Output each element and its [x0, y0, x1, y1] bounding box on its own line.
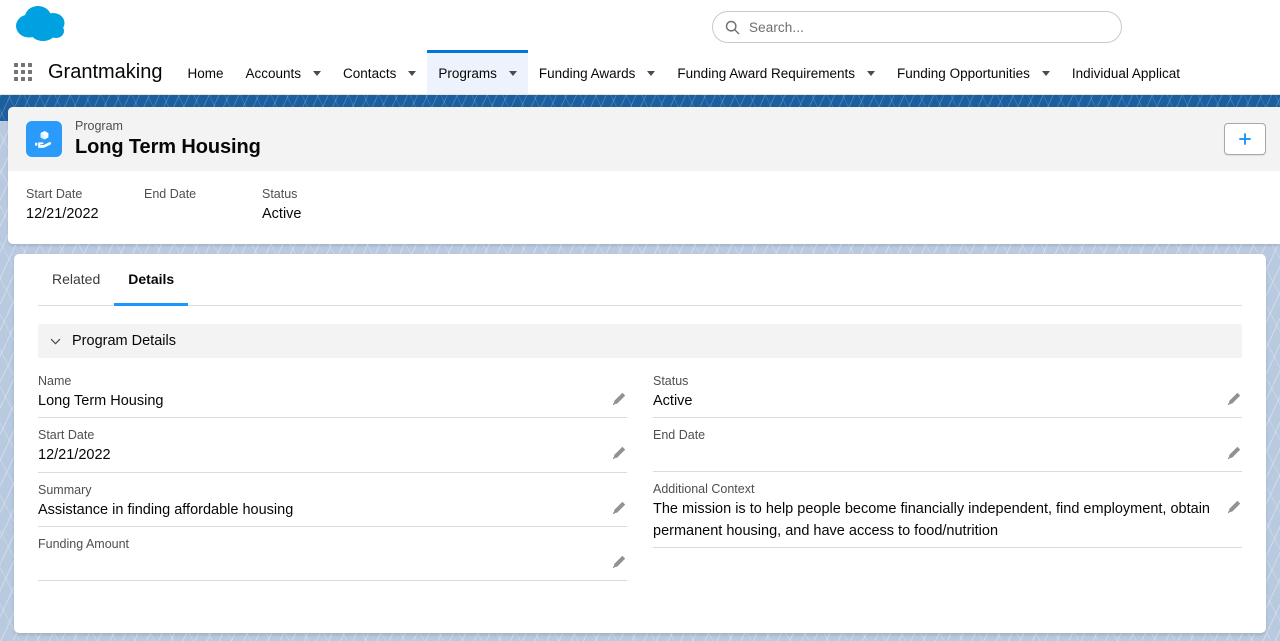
highlight-value: 12/21/2022 — [26, 205, 99, 222]
field-value: The mission is to help people become fin… — [653, 501, 1210, 539]
chevron-down-icon[interactable] — [408, 71, 417, 76]
field-value: Long Term Housing — [38, 393, 164, 409]
field-content: Start Date 12/21/2022 — [38, 425, 611, 466]
field-content: Status Active — [653, 371, 1226, 412]
edit-pencil-icon[interactable] — [1226, 391, 1242, 407]
nav-item-funding-awards[interactable]: Funding Awards — [528, 50, 667, 94]
nav-item-label: Funding Award Requirements — [677, 66, 856, 81]
field-content: Additional Context The mission is to hel… — [653, 479, 1226, 542]
global-search[interactable]: Search... — [712, 11, 1122, 43]
global-header: Search... Grantmaking Home Accounts Cont… — [0, 0, 1280, 95]
highlight-value: Active — [262, 205, 302, 222]
nav-item-list: Home Accounts Contacts Programs Funding … — [177, 50, 1280, 94]
field-value — [653, 445, 1218, 466]
chevron-down-icon[interactable] — [508, 71, 517, 76]
field-row-additional-context: Additional Context The mission is to hel… — [653, 472, 1242, 549]
highlight-field-start-date: Start Date 12/21/2022 — [26, 185, 144, 226]
field-row-funding-amount: Funding Amount — [38, 527, 627, 582]
chevron-down-icon[interactable] — [313, 71, 322, 76]
edit-pencil-icon[interactable] — [1226, 445, 1242, 461]
plus-icon — [1239, 133, 1251, 145]
record-highlight-fields: Start Date 12/21/2022 End Date Status Ac… — [8, 171, 1280, 244]
field-row-name: Name Long Term Housing — [38, 364, 627, 419]
field-label: Status — [653, 374, 689, 388]
edit-pencil-icon[interactable] — [611, 445, 627, 461]
tab-label: Related — [52, 271, 101, 287]
field-value — [38, 554, 603, 575]
nav-item-label: Contacts — [343, 66, 397, 81]
chevron-down-icon[interactable] — [867, 71, 876, 76]
field-content: End Date — [653, 425, 1226, 466]
nav-item-programs[interactable]: Programs — [427, 50, 528, 94]
edit-pencil-icon[interactable] — [611, 500, 627, 516]
field-label: End Date — [653, 428, 706, 443]
highlight-value — [144, 204, 262, 225]
highlight-field-status: Status Active — [262, 185, 380, 226]
app-launcher-grid-icon — [14, 63, 32, 81]
record-details-card: Related Details Program Details Name Lon… — [14, 254, 1266, 633]
tab-details[interactable]: Details — [114, 255, 189, 306]
nav-item-label: Accounts — [245, 66, 302, 81]
field-label: Name — [38, 374, 72, 388]
field-value: 12/21/2022 — [38, 447, 111, 464]
field-row-summary: Summary Assistance in finding affordable… — [38, 473, 627, 528]
nav-item-label: Programs — [438, 66, 497, 81]
nav-item-label: Funding Awards — [538, 66, 636, 81]
field-label: Funding Amount — [38, 537, 130, 552]
field-row-status: Status Active — [653, 364, 1242, 419]
new-record-button[interactable] — [1224, 123, 1266, 155]
highlight-label: Status — [262, 187, 298, 201]
nav-item-label: Funding Opportunities — [897, 66, 1030, 81]
nav-item-funding-award-requirements[interactable]: Funding Award Requirements — [666, 50, 886, 94]
app-launcher-button[interactable] — [0, 50, 46, 94]
search-icon — [725, 20, 740, 34]
highlight-field-end-date: End Date — [144, 185, 262, 226]
record-tab-bar: Related Details — [38, 254, 1242, 306]
edit-pencil-icon[interactable] — [611, 391, 627, 407]
section-header-program-details[interactable]: Program Details — [38, 324, 1242, 358]
record-highlights-panel: Program Long Term Housing Start Date 12/… — [8, 107, 1280, 244]
chevron-down-icon[interactable] — [1041, 71, 1050, 76]
record-action-buttons — [1224, 123, 1266, 155]
section-title: Program Details — [72, 333, 176, 349]
chevron-down-icon[interactable] — [647, 71, 656, 76]
record-header: Program Long Term Housing — [8, 107, 1280, 171]
nav-item-label: Individual Applicat — [1071, 66, 1180, 81]
app-name-label[interactable]: Grantmaking — [46, 50, 177, 94]
nav-item-home[interactable]: Home — [177, 50, 235, 94]
page-title: Long Term Housing — [75, 135, 261, 158]
search-input[interactable]: Search... — [712, 11, 1122, 43]
field-value: Active — [653, 393, 693, 409]
field-content: Name Long Term Housing — [38, 371, 611, 412]
nav-item-funding-opportunities[interactable]: Funding Opportunities — [886, 50, 1061, 94]
nav-item-contacts[interactable]: Contacts — [332, 50, 427, 94]
highlight-label: End Date — [144, 187, 197, 201]
field-label: Summary — [38, 482, 92, 497]
program-box-in-hand-icon — [26, 121, 62, 157]
details-left-column: Name Long Term Housing Start Date 12/21/… — [38, 364, 627, 582]
field-label: Additional Context — [653, 482, 755, 497]
nav-item-individual-applications[interactable]: Individual Applicat — [1061, 50, 1191, 94]
record-object-type: Program — [75, 119, 123, 134]
tab-label: Details — [128, 271, 175, 287]
details-right-column: Status Active End Date Additional Contex… — [653, 364, 1242, 581]
edit-pencil-icon[interactable] — [1226, 499, 1242, 515]
field-row-end-date: End Date — [653, 418, 1242, 473]
details-fields-grid: Name Long Term Housing Start Date 12/21/… — [38, 358, 1242, 582]
field-label: Start Date — [38, 428, 95, 443]
record-title-block: Program Long Term Housing — [75, 118, 261, 159]
edit-pencil-icon[interactable] — [611, 554, 627, 570]
salesforce-cloud-logo[interactable] — [12, 4, 74, 48]
field-row-start-date: Start Date 12/21/2022 — [38, 418, 627, 473]
tab-related[interactable]: Related — [38, 255, 114, 306]
field-content: Funding Amount — [38, 534, 611, 575]
app-navigation-bar: Grantmaking Home Accounts Contacts Progr… — [0, 50, 1280, 95]
nav-item-accounts[interactable]: Accounts — [235, 50, 333, 94]
highlight-label: Start Date — [26, 187, 83, 201]
search-placeholder: Search... — [749, 19, 804, 35]
field-content: Summary Assistance in finding affordable… — [38, 480, 611, 521]
nav-item-label: Home — [187, 66, 224, 81]
chevron-down-icon — [50, 338, 61, 344]
field-value: Assistance in finding affordable housing — [38, 501, 294, 518]
